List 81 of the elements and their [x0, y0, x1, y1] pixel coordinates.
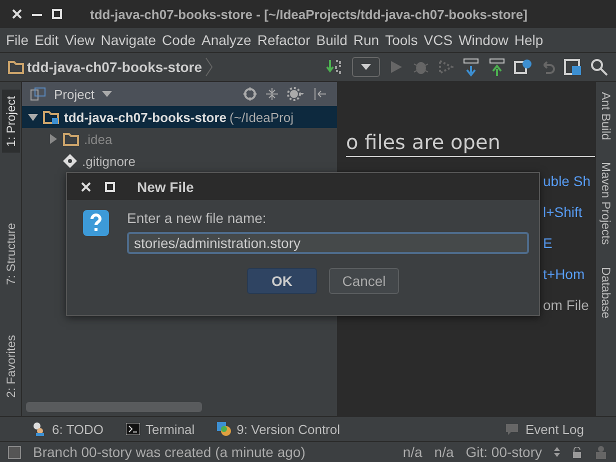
- tool-window-tab[interactable]: 9: Version Control: [216, 422, 340, 436]
- scrollbar[interactable]: [26, 402, 202, 412]
- git-file-icon: [63, 154, 77, 168]
- dialog-title: New File: [137, 178, 194, 194]
- prompt-label: Enter a new file name:: [127, 210, 268, 226]
- hide-panel-icon[interactable]: [313, 87, 327, 101]
- tree-row[interactable]: tdd-java-ch07-books-store (~/IdeaProj: [22, 106, 337, 128]
- chevron-icon: [205, 57, 214, 77]
- version-control-icon: [216, 422, 231, 436]
- terminal-icon: [126, 423, 140, 435]
- editor-heading: o files are open: [346, 130, 595, 157]
- tool-window-tab[interactable]: 1: Project: [2, 90, 20, 153]
- maximize-icon[interactable]: [52, 9, 62, 19]
- menu-item[interactable]: File: [6, 32, 29, 48]
- tool-window-tab[interactable]: 7: Structure: [2, 216, 20, 291]
- menu-item[interactable]: Code: [162, 32, 196, 48]
- speech-bubble-icon: [505, 422, 520, 436]
- close-icon[interactable]: [12, 9, 22, 19]
- lock-icon[interactable]: [572, 446, 582, 458]
- editor-hint: E: [543, 234, 554, 253]
- menu-item[interactable]: Navigate: [100, 32, 156, 48]
- tool-window-tab[interactable]: Ant Build: [599, 92, 613, 140]
- menu-item[interactable]: Edit: [34, 32, 59, 48]
- status-message: Branch 00-story was created (a minute ago): [33, 444, 306, 460]
- tool-window-tab[interactable]: Maven Projects: [599, 162, 613, 245]
- menu-item[interactable]: Tools: [385, 32, 418, 48]
- file-name-field[interactable]: stories/administration.story: [127, 232, 529, 254]
- todo-icon: [32, 422, 46, 436]
- folder-icon: [8, 60, 24, 74]
- tree-row[interactable]: .gitignore: [22, 150, 337, 172]
- editor-hint: uble Sh: [543, 172, 592, 191]
- tree-item-label: .idea: [84, 132, 112, 146]
- maximize-icon[interactable]: [105, 182, 115, 192]
- menu-item[interactable]: Window: [458, 32, 508, 48]
- structure-icon[interactable]: [564, 58, 582, 76]
- menu-item[interactable]: Run: [353, 32, 380, 48]
- settings-icon[interactable]: [287, 87, 305, 101]
- vcs-commit-icon[interactable]: [488, 57, 506, 77]
- history-icon[interactable]: [514, 58, 532, 76]
- branch-arrows-icon[interactable]: [554, 447, 560, 457]
- make-icon[interactable]: [326, 58, 344, 76]
- tool-window-tab[interactable]: Database: [599, 266, 613, 318]
- menu-item[interactable]: Build: [316, 32, 348, 48]
- run-config-dropdown[interactable]: [352, 57, 380, 77]
- ok-button[interactable]: OK: [247, 268, 317, 294]
- status-field[interactable]: n/a: [402, 444, 422, 460]
- caret-icon: [361, 64, 371, 70]
- breadcrumb[interactable]: tdd-java-ch07-books-store: [27, 59, 202, 75]
- locate-icon[interactable]: [243, 87, 257, 101]
- tree-item-label: tdd-java-ch07-books-store: [64, 110, 227, 124]
- menu-item[interactable]: View: [64, 32, 95, 48]
- editor-hint: om File: [543, 296, 590, 315]
- editor-hint: l+Shift: [543, 203, 584, 222]
- tool-window-tab[interactable]: 2: Favorites: [2, 329, 20, 404]
- toggle-panels-icon[interactable]: [8, 446, 21, 458]
- tool-window-tab[interactable]: Terminal: [126, 422, 195, 436]
- vcs-update-icon[interactable]: [462, 57, 480, 77]
- window-title: tdd-java-ch07-books-store - [~/IdeaProjects/tdd-java-ch07-books-store]: [90, 6, 528, 22]
- menu-item[interactable]: Help: [514, 32, 544, 48]
- dropdown-caret-icon[interactable]: [102, 91, 112, 97]
- search-icon[interactable]: [590, 58, 608, 76]
- panel-title[interactable]: Project: [54, 86, 94, 102]
- folder-icon: [63, 132, 79, 146]
- project-view-icon: [30, 87, 46, 101]
- close-icon[interactable]: [81, 182, 91, 192]
- expand-arrow-icon[interactable]: [48, 134, 58, 144]
- editor-hint: t+Hom: [543, 265, 586, 284]
- menu-item[interactable]: Refactor: [257, 32, 310, 48]
- menu-item[interactable]: VCS: [424, 32, 453, 48]
- collapse-icon[interactable]: [265, 87, 279, 101]
- tree-item-path: (~/IdeaProj: [230, 110, 294, 124]
- module-folder-icon: [43, 110, 59, 124]
- status-field[interactable]: n/a: [434, 444, 454, 460]
- status-field[interactable]: Git: 00-story: [466, 444, 542, 460]
- tree-item-label: .gitignore: [82, 154, 136, 168]
- tool-window-tab[interactable]: 6: TODO: [32, 422, 104, 436]
- question-icon: [83, 210, 109, 236]
- menu-item[interactable]: Analyze: [202, 32, 252, 48]
- event-log-tab[interactable]: Event Log: [505, 422, 584, 436]
- cancel-button[interactable]: Cancel: [329, 268, 399, 294]
- expand-arrow-icon[interactable]: [28, 112, 38, 122]
